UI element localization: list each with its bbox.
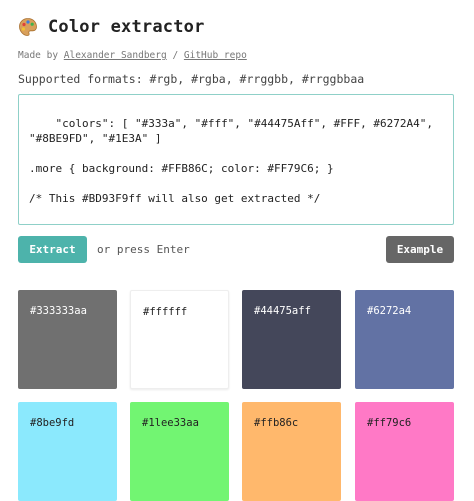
swatch-code: #8be9fd — [30, 417, 75, 429]
extract-button[interactable]: Extract — [18, 236, 87, 263]
color-swatch[interactable]: #ffffff — [130, 290, 229, 389]
swatch-code: #ffb86c — [254, 417, 299, 429]
swatch-code: #333333aa — [30, 305, 87, 317]
example-button[interactable]: Example — [386, 236, 454, 263]
swatch-code: #1lee33aa — [142, 417, 199, 429]
color-swatch[interactable]: #ffb86c — [242, 402, 341, 501]
swatch-code: #ffffff — [143, 306, 188, 318]
color-swatch[interactable]: #44475aff — [242, 290, 341, 389]
color-swatch[interactable]: #6272a4 — [355, 290, 454, 389]
resize-handle-icon[interactable] — [443, 214, 451, 222]
swatch-code: #ff79c6 — [367, 417, 412, 429]
palette-icon — [18, 17, 38, 37]
author-link[interactable]: Alexander Sandberg — [64, 50, 167, 61]
textarea-content: "colors": [ "#333a", "#fff", "#44475Aff"… — [29, 117, 433, 205]
color-swatch[interactable]: #8be9fd — [18, 402, 117, 501]
swatch-code: #6272a4 — [367, 305, 412, 317]
github-repo-link[interactable]: GitHub repo — [184, 50, 247, 61]
page-title: Color extractor — [48, 17, 205, 37]
color-swatch[interactable]: #ff79c6 — [355, 402, 454, 501]
supported-formats-text: Supported formats: #rgb, #rgba, #rrggbb,… — [18, 72, 365, 86]
byline-prefix: Made by — [18, 50, 64, 61]
byline: Made by Alexander Sandberg / GitHub repo — [18, 50, 247, 61]
color-swatch[interactable]: #333333aa — [18, 290, 117, 389]
color-swatch[interactable]: #1lee33aa — [130, 402, 229, 501]
press-enter-hint: or press Enter — [97, 243, 190, 256]
color-input-textarea[interactable]: "colors": [ "#333a", "#fff", "#44475Aff"… — [18, 94, 454, 225]
byline-separator: / — [166, 50, 184, 61]
header: Color extractor — [18, 15, 205, 39]
swatch-code: #44475aff — [254, 305, 311, 317]
